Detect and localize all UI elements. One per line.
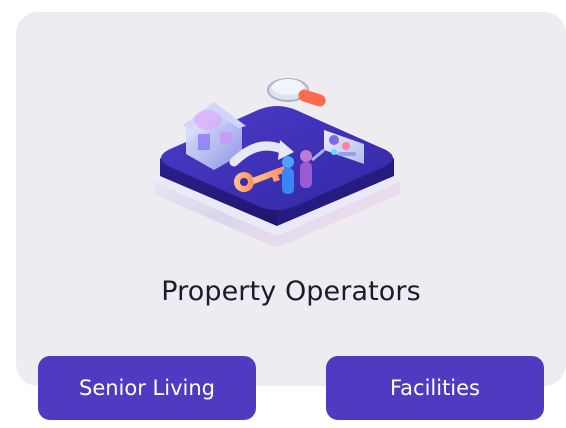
page: Property Operators Senior Living Facilit…	[0, 0, 566, 428]
facilities-button[interactable]: Facilities	[326, 356, 544, 420]
isometric-property-platform-icon	[154, 78, 400, 248]
senior-living-button[interactable]: Senior Living	[38, 356, 256, 420]
card-title: Property Operators	[161, 276, 421, 307]
